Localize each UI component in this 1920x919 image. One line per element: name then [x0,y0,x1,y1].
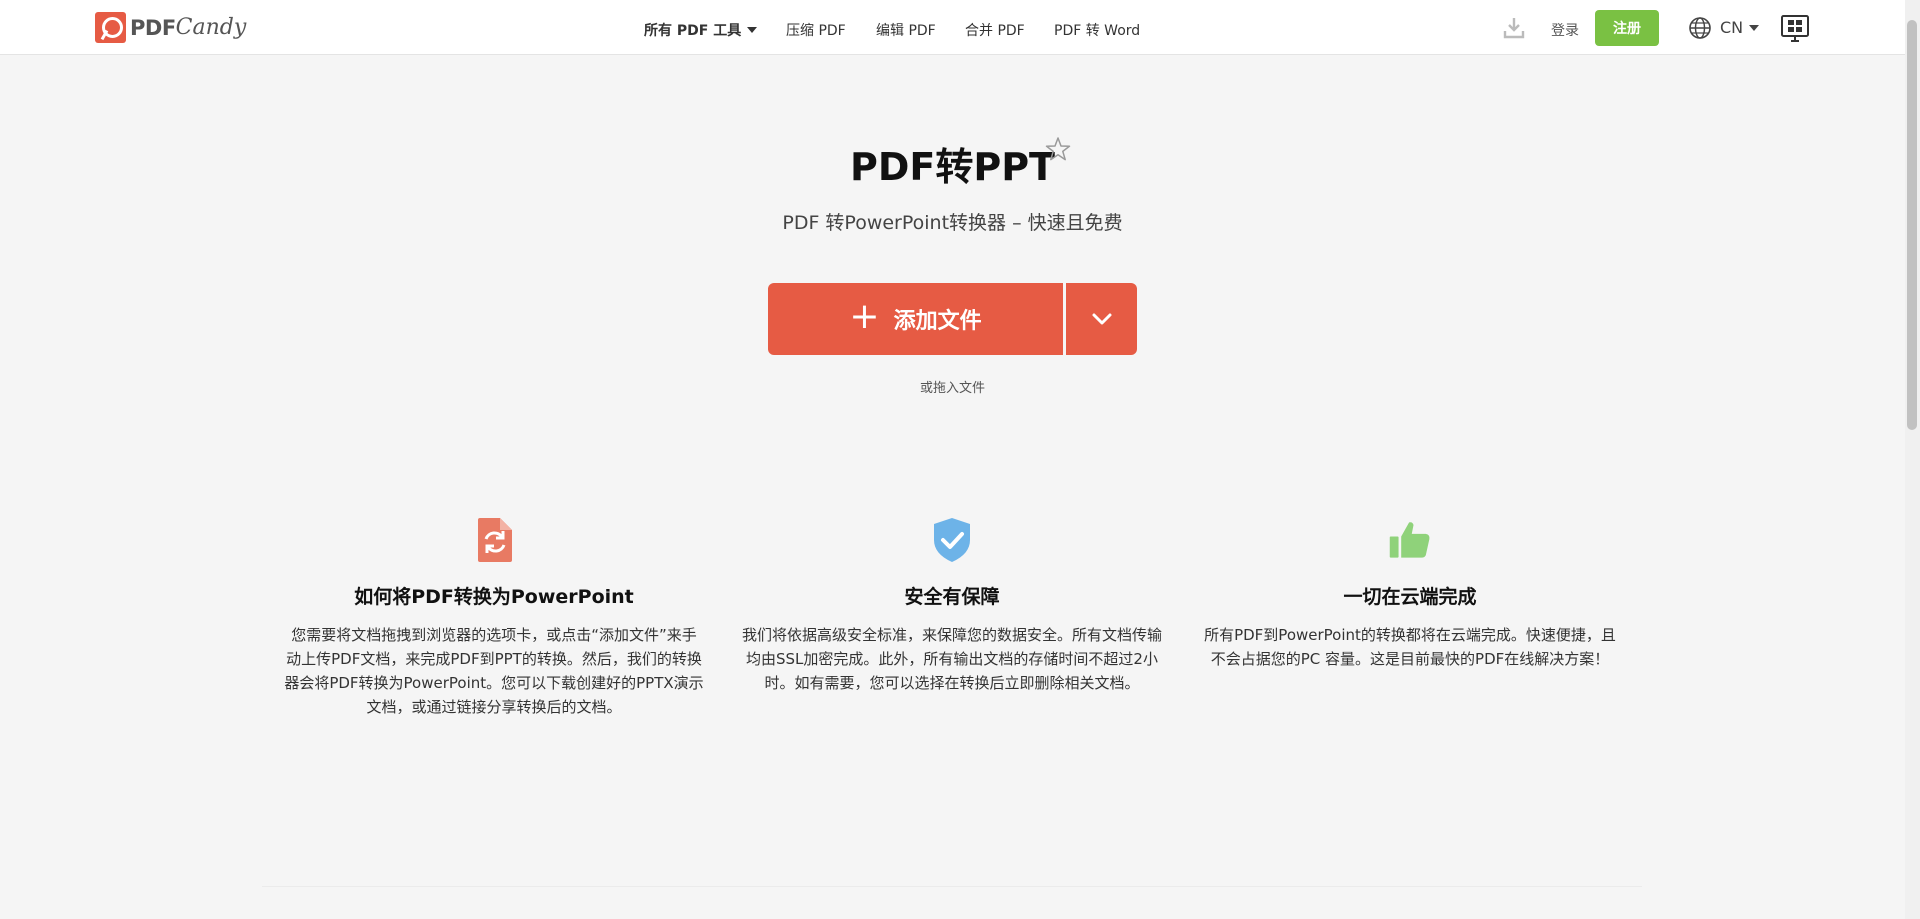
add-file-button[interactable]: + 添加文件 [768,283,1063,355]
section-divider [262,886,1642,887]
add-file-label: 添加文件 [893,309,982,334]
feature-cloud: 一切在云端完成 所有PDF到PowerPoint的转换都将在云端完成。快速便捷，… [1200,516,1620,671]
caret-down-icon [1749,24,1760,31]
feature-title: 一切在云端完成 [1343,586,1477,608]
feature-text: 我们将依据高级安全标准，来保障您的数据安全。所有文档传输均由SSL加密完成。此外… [742,626,1163,692]
page-subtitle: PDF 转PowerPoint转换器 – 快速且免费 [782,212,1123,234]
thumbs-up-icon [1389,522,1430,558]
feature-text: 您需要将文档拖拽到浏览器的选项卡，或点击“添加文件”来手动上传PDF文档，来完成… [284,626,704,716]
nav-all-tools[interactable]: 所有 PDF 工具 [644,20,758,40]
caret-down-icon [747,27,758,33]
logo[interactable]: PDF Candy [95,12,246,43]
feature-title: 如何将PDF转换为PowerPoint [354,586,634,608]
language-selector[interactable]: CN [1720,18,1760,37]
chevron-down-icon [1092,313,1111,325]
nav-edit[interactable]: 编辑 PDF [876,20,936,40]
scrollbar-thumb[interactable] [1907,20,1917,430]
feature-how-to: 如何将PDF转换为PowerPoint 您需要将文档拖拽到浏览器的选项卡，或点击… [284,516,704,719]
plus-icon: + [849,296,880,337]
drag-drop-hint: 或拖入文件 [919,381,985,396]
file-convert-icon [478,518,512,562]
logo-text-pdf: PDF [130,15,176,40]
login-link[interactable]: 登录 [1551,20,1579,40]
nav-all-tools-label: 所有 PDF 工具 [644,23,742,39]
signup-button[interactable]: 注册 [1595,10,1659,46]
nav-pdf-to-word[interactable]: PDF 转 Word [1054,20,1140,40]
feature-title: 安全有保障 [904,586,1000,608]
feature-text: 所有PDF到PowerPoint的转换都将在云端完成。快速便捷，且不会占据您的P… [1204,626,1616,668]
upload-options-dropdown[interactable] [1066,283,1137,355]
page-title: PDF转PPT [850,145,1055,189]
feature-security: 安全有保障 我们将依据高级安全标准，来保障您的数据安全。所有文档传输均由SSL加… [742,516,1162,695]
candy-logo-icon [95,12,126,43]
shield-check-icon [934,518,970,562]
language-label: CN [1720,18,1744,37]
logo-text-candy: Candy [175,15,247,40]
favorite-star-icon[interactable] [1045,136,1071,162]
nav-merge[interactable]: 合并 PDF [965,20,1025,40]
nav-compress[interactable]: 压缩 PDF [786,20,846,40]
title-wrap: PDF转PPT [0,136,1905,191]
download-icon[interactable] [1503,16,1525,40]
globe-icon[interactable] [1688,16,1712,40]
top-header: PDF Candy 所有 PDF 工具 压缩 PDF 编辑 PDF 合并 PDF … [0,0,1905,55]
desktop-app-icon[interactable] [1780,14,1810,44]
